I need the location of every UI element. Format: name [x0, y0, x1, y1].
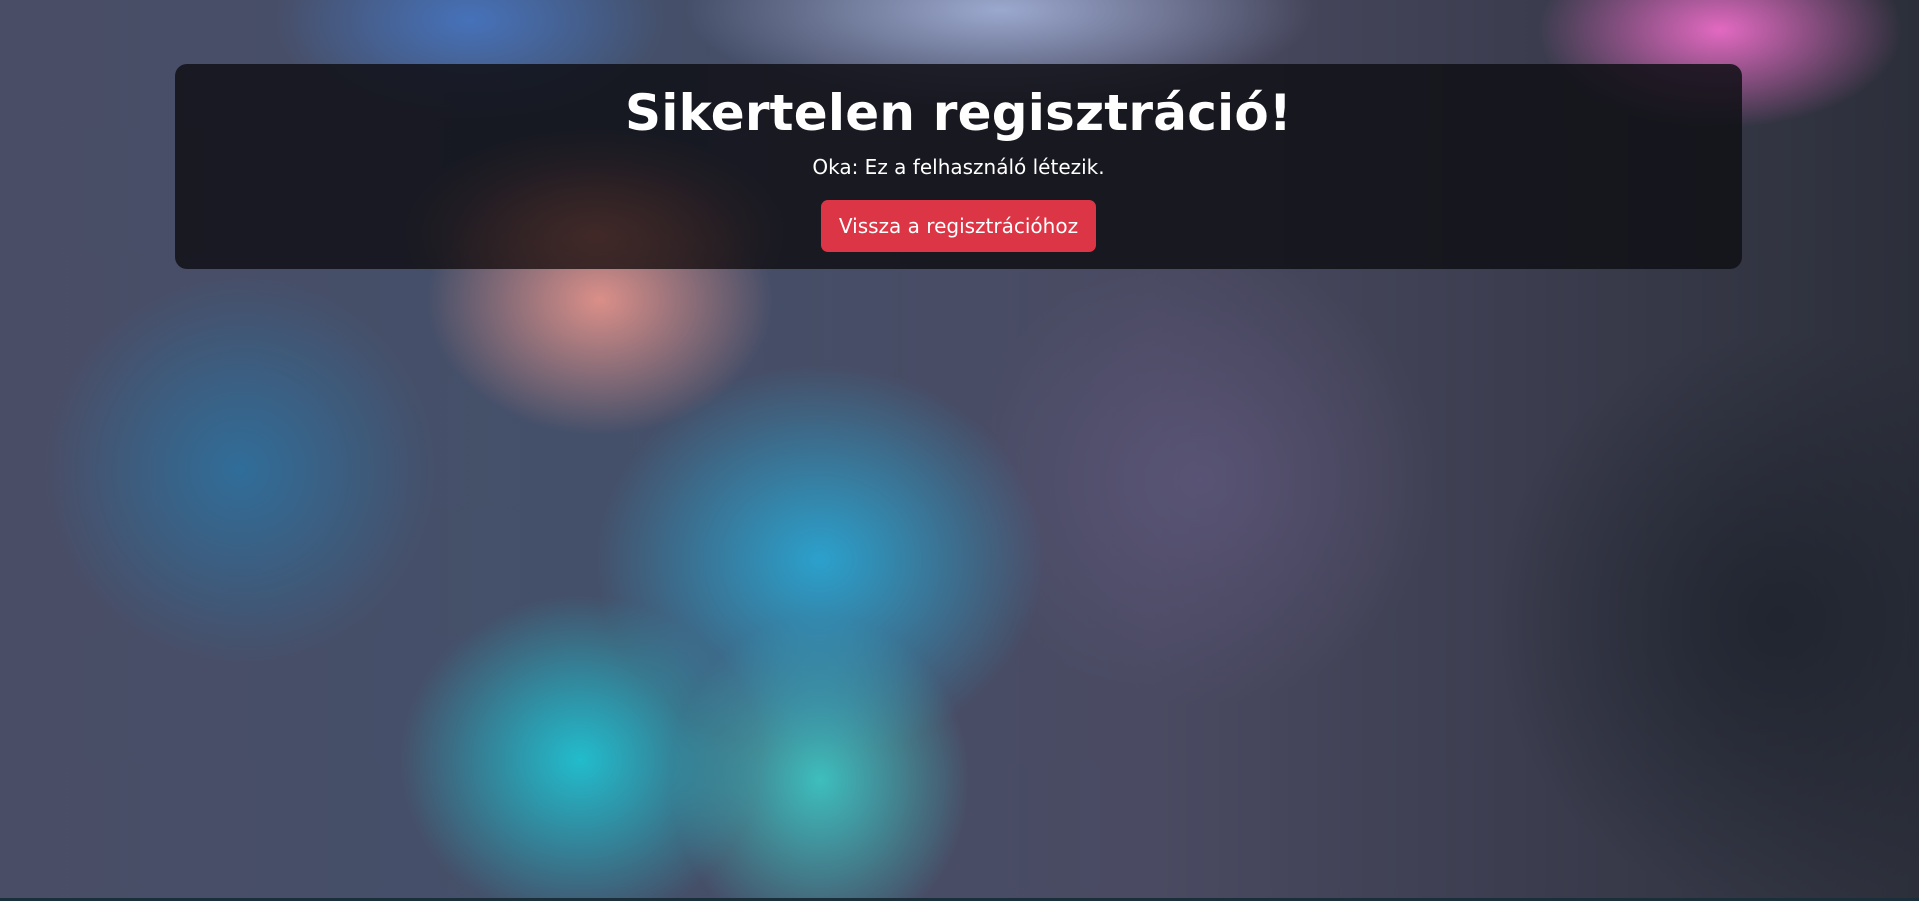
- registration-result-card: Sikertelen regisztráció! Oka: Ez a felha…: [175, 64, 1742, 269]
- failure-reason-text: Oka: Ez a felhasználó létezik.: [812, 155, 1105, 179]
- back-to-registration-button[interactable]: Vissza a regisztrációhoz: [820, 200, 1097, 252]
- page-title: Sikertelen regisztráció!: [625, 84, 1292, 142]
